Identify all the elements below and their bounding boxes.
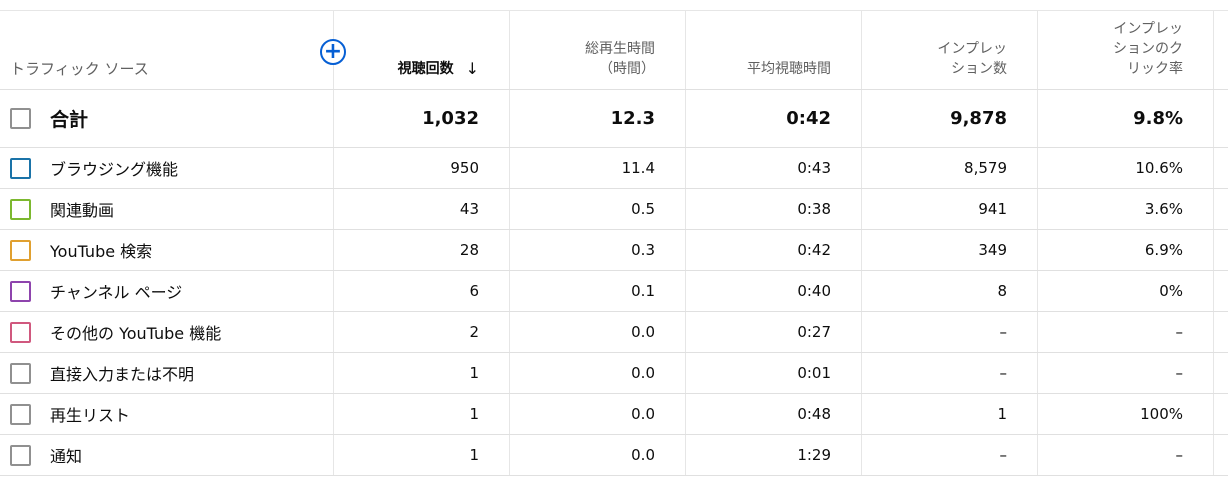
row-impressions: 349 <box>978 241 1007 259</box>
total-watch-time: 12.3 <box>610 108 655 129</box>
row-label: 通知 <box>50 447 83 466</box>
row-views: 1 <box>469 405 479 423</box>
row-checkbox[interactable] <box>10 239 31 261</box>
total-views: 1,032 <box>422 108 479 129</box>
row-views: 950 <box>450 159 479 177</box>
row-label: ブラウジング機能 <box>50 160 179 179</box>
row-checkbox[interactable] <box>10 444 31 466</box>
row-impressions: 941 <box>978 200 1007 218</box>
row-ctr: 6.9% <box>1144 241 1183 259</box>
row-ctr: 10.6% <box>1135 159 1183 177</box>
row-ctr: 100% <box>1140 405 1183 423</box>
table-row: 再生リスト 1 0.0 0:48 1 100% <box>0 394 1228 435</box>
row-views: 2 <box>469 323 479 341</box>
column-header-ctr[interactable]: インプレッ ションのク リック率 <box>1038 11 1213 89</box>
row-label: YouTube 検索 <box>50 242 153 261</box>
total-row: 合計 1,032 12.3 0:42 9,878 9.8% <box>0 90 1228 148</box>
row-checkbox[interactable] <box>10 362 31 384</box>
row-avg-duration: 0:27 <box>797 323 831 341</box>
row-avg-duration: 0:42 <box>797 241 831 259</box>
row-checkbox[interactable] <box>10 157 31 179</box>
table-row: 直接入力または不明 1 0.0 0:01 – – <box>0 353 1228 394</box>
row-views: 1 <box>469 446 479 464</box>
row-views: 6 <box>469 282 479 300</box>
row-ctr: – <box>1175 446 1184 464</box>
table-row: ブラウジング機能 950 11.4 0:43 8,579 10.6% <box>0 148 1228 189</box>
row-watch-time: 0.3 <box>631 241 655 259</box>
row-watch-time: 0.5 <box>631 200 655 218</box>
total-checkbox[interactable] <box>10 108 31 129</box>
row-label: チャンネル ページ <box>50 283 183 302</box>
column-header-views[interactable]: 視聴回数 ↓ <box>334 11 509 89</box>
table-row: チャンネル ページ 6 0.1 0:40 8 0% <box>0 271 1228 312</box>
row-avg-duration: 0:01 <box>797 364 831 382</box>
row-label: 直接入力または不明 <box>50 365 195 384</box>
column-header-avg-duration[interactable]: 平均視聴時間 <box>686 11 861 89</box>
row-impressions: 1 <box>997 405 1007 423</box>
row-ctr: 0% <box>1159 282 1183 300</box>
column-header-watch-time[interactable]: 総再生時間 （時間） <box>510 11 685 89</box>
table-row: 通知 1 0.0 1:29 – – <box>0 435 1228 476</box>
row-views: 43 <box>459 200 479 218</box>
row-ctr: – <box>1175 323 1184 341</box>
row-impressions: 8,579 <box>964 159 1007 177</box>
column-header-traffic-source[interactable]: トラフィック ソース <box>0 11 333 89</box>
row-ctr: – <box>1175 364 1184 382</box>
total-avg-duration: 0:42 <box>786 108 831 129</box>
row-label: 関連動画 <box>50 201 115 220</box>
row-checkbox[interactable] <box>10 280 31 302</box>
table-header: トラフィック ソース + 視聴回数 ↓ 総再生時間 （時間） 平均視聴時間 イン… <box>0 10 1228 90</box>
row-impressions: 8 <box>997 282 1007 300</box>
row-watch-time: 0.0 <box>631 405 655 423</box>
row-checkbox[interactable] <box>10 321 31 343</box>
row-views: 1 <box>469 364 479 382</box>
sort-down-arrow-icon: ↓ <box>465 59 479 78</box>
row-checkbox[interactable] <box>10 198 31 220</box>
row-watch-time: 0.0 <box>631 323 655 341</box>
row-watch-time: 0.0 <box>631 364 655 382</box>
row-impressions: – <box>999 364 1008 382</box>
row-avg-duration: 0:43 <box>797 159 831 177</box>
row-checkbox[interactable] <box>10 403 31 425</box>
total-label: 合計 <box>50 109 89 131</box>
row-watch-time: 0.0 <box>631 446 655 464</box>
row-avg-duration: 0:38 <box>797 200 831 218</box>
row-avg-duration: 1:29 <box>797 446 831 464</box>
total-ctr: 9.8% <box>1133 108 1183 129</box>
row-views: 28 <box>459 241 479 259</box>
row-impressions: – <box>999 446 1008 464</box>
row-avg-duration: 0:40 <box>797 282 831 300</box>
total-impressions: 9,878 <box>950 108 1007 129</box>
table-row: 関連動画 43 0.5 0:38 941 3.6% <box>0 189 1228 230</box>
row-impressions: – <box>999 323 1008 341</box>
row-label: 再生リスト <box>50 406 131 425</box>
table-row: YouTube 検索 28 0.3 0:42 349 6.9% <box>0 230 1228 271</box>
row-avg-duration: 0:48 <box>797 405 831 423</box>
row-watch-time: 0.1 <box>631 282 655 300</box>
table-row: その他の YouTube 機能 2 0.0 0:27 – – <box>0 312 1228 353</box>
column-header-impressions[interactable]: インプレッ ション数 <box>862 11 1037 89</box>
row-label: その他の YouTube 機能 <box>50 324 222 343</box>
row-ctr: 3.6% <box>1144 200 1183 218</box>
row-watch-time: 11.4 <box>621 159 655 177</box>
